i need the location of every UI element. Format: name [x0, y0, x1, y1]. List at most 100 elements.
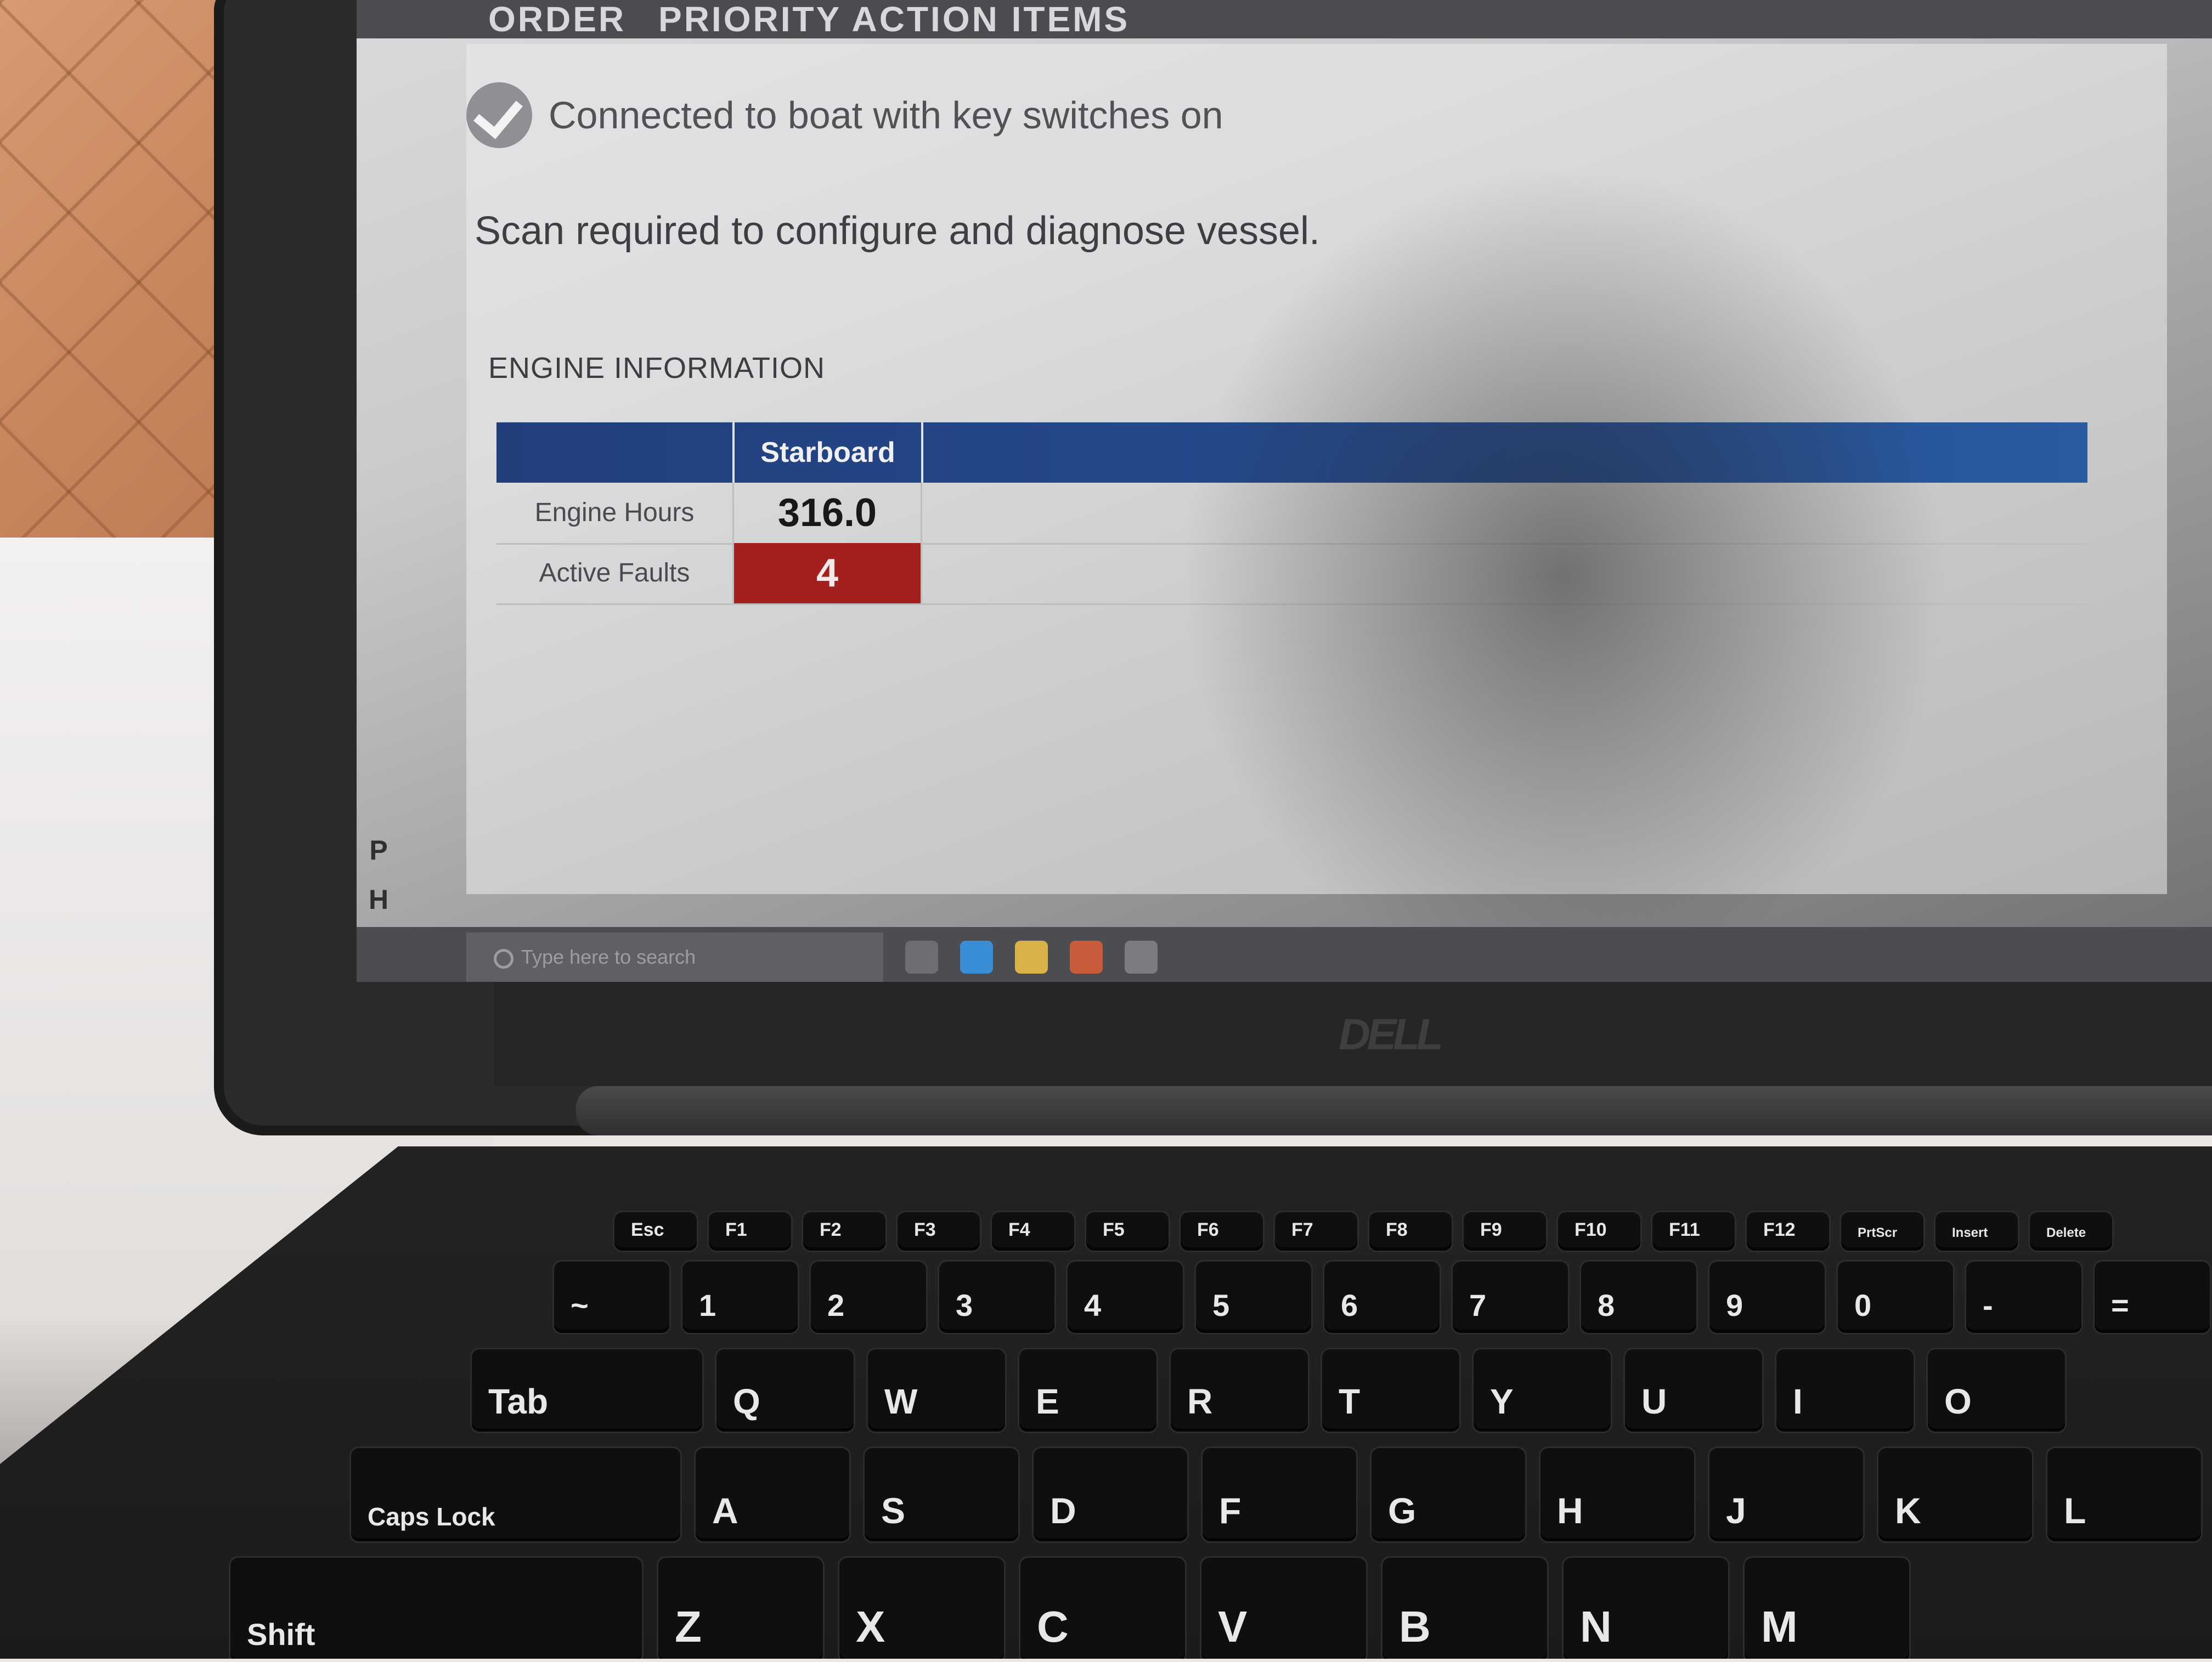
side-button-h[interactable]: H	[357, 878, 400, 922]
key-7[interactable]: 7	[1453, 1262, 1568, 1333]
key-label: B	[1399, 1602, 1431, 1651]
key-o[interactable]: O	[1928, 1349, 2065, 1432]
key-caps-lock[interactable]: Caps Lock	[351, 1448, 680, 1541]
key-label: Delete	[2046, 1225, 2086, 1240]
key-label: K	[1895, 1490, 1921, 1531]
key-label: F8	[1386, 1219, 1408, 1240]
key-label: S	[881, 1490, 906, 1531]
key-label: R	[1187, 1382, 1213, 1421]
key-label: T	[1339, 1382, 1361, 1421]
key-label: 3	[956, 1288, 973, 1322]
key-u[interactable]: U	[1625, 1349, 1762, 1432]
key-prtscr[interactable]: PrtScr	[1841, 1212, 1923, 1251]
key-g[interactable]: G	[1372, 1448, 1525, 1541]
key-label: Esc	[631, 1219, 664, 1240]
file-explorer-icon[interactable]	[1015, 941, 1048, 974]
active-faults-value[interactable]: 4	[732, 543, 922, 603]
key-4[interactable]: 4	[1068, 1262, 1183, 1333]
key-label: -	[1983, 1288, 1993, 1322]
key-l[interactable]: L	[2047, 1448, 2201, 1541]
key-label: ~	[571, 1288, 589, 1322]
key-h[interactable]: H	[1541, 1448, 1694, 1541]
key-label: I	[1793, 1382, 1803, 1421]
key-label: Y	[1490, 1382, 1514, 1421]
key-r[interactable]: R	[1171, 1349, 1308, 1432]
task-view-icon[interactable]	[905, 941, 938, 974]
key-t[interactable]: T	[1322, 1349, 1459, 1432]
key-label: L	[2064, 1490, 2086, 1531]
dell-logo: DELL	[1339, 1010, 1443, 1059]
key-f6[interactable]: F6	[1181, 1212, 1263, 1251]
column-header-starboard: Starboard	[732, 422, 923, 483]
key-v[interactable]: V	[1201, 1558, 1366, 1659]
row-label: Active Faults	[539, 558, 690, 587]
key-f[interactable]: F	[1203, 1448, 1356, 1541]
key-f2[interactable]: F2	[803, 1212, 885, 1251]
edge-browser-icon[interactable]	[960, 941, 993, 974]
tab-order[interactable]: ORDER	[488, 0, 626, 38]
taskbar-search-box[interactable]: Type here to search	[466, 932, 883, 982]
key-j[interactable]: J	[1709, 1448, 1863, 1541]
key-c[interactable]: C	[1020, 1558, 1185, 1659]
windows-taskbar: Type here to search	[357, 927, 2212, 982]
key-9[interactable]: 9	[1709, 1262, 1825, 1333]
key-e[interactable]: E	[1019, 1349, 1156, 1432]
key-f5[interactable]: F5	[1086, 1212, 1169, 1251]
key-label: A	[712, 1490, 738, 1531]
key-label: J	[1726, 1490, 1746, 1531]
key-label: F4	[1008, 1219, 1030, 1240]
key-f4[interactable]: F4	[992, 1212, 1074, 1251]
key-f8[interactable]: F8	[1369, 1212, 1452, 1251]
side-button-p[interactable]: P	[357, 828, 400, 872]
key-esc[interactable]: Esc	[614, 1212, 697, 1251]
key-w[interactable]: W	[868, 1349, 1005, 1432]
key-label: F5	[1103, 1219, 1125, 1240]
connection-status: Connected to boat with key switches on	[466, 66, 2002, 148]
key-f1[interactable]: F1	[709, 1212, 791, 1251]
key-insert[interactable]: Insert	[1936, 1212, 2018, 1251]
key-shift[interactable]: Shift	[230, 1558, 642, 1659]
key-delete[interactable]: Delete	[2030, 1212, 2112, 1251]
key-3[interactable]: 3	[939, 1262, 1054, 1333]
key-s[interactable]: S	[865, 1448, 1018, 1541]
key-label: F3	[914, 1219, 936, 1240]
key-5[interactable]: 5	[1196, 1262, 1311, 1333]
key-1[interactable]: 1	[682, 1262, 798, 1333]
key-m[interactable]: M	[1745, 1558, 1909, 1659]
key-tab[interactable]: Tab	[472, 1349, 702, 1432]
key-label: F2	[820, 1219, 842, 1240]
key-y[interactable]: Y	[1474, 1349, 1611, 1432]
key-d[interactable]: D	[1034, 1448, 1187, 1541]
key-f7[interactable]: F7	[1275, 1212, 1357, 1251]
key-n[interactable]: N	[1564, 1558, 1728, 1659]
key-label: W	[884, 1382, 918, 1421]
key-label: 7	[1469, 1288, 1487, 1322]
key-8[interactable]: 8	[1581, 1262, 1696, 1333]
key-label: X	[856, 1602, 885, 1651]
key-label: Shift	[247, 1617, 315, 1652]
key-x[interactable]: X	[839, 1558, 1004, 1659]
key-2[interactable]: 2	[811, 1262, 926, 1333]
key-b[interactable]: B	[1383, 1558, 1547, 1659]
key-i[interactable]: I	[1776, 1349, 1914, 1432]
connection-status-text: Connected to boat with key switches on	[549, 94, 1223, 137]
key-k[interactable]: K	[1878, 1448, 2032, 1541]
key-a[interactable]: A	[696, 1448, 849, 1541]
app-icon[interactable]	[1125, 941, 1158, 974]
key-f10[interactable]: F10	[1558, 1212, 1640, 1251]
key-q[interactable]: Q	[716, 1349, 854, 1432]
key-f12[interactable]: F12	[1747, 1212, 1829, 1251]
key--[interactable]: =	[2095, 1262, 2210, 1333]
key--[interactable]: ~	[554, 1262, 669, 1333]
key-f11[interactable]: F11	[1652, 1212, 1735, 1251]
key-z[interactable]: Z	[658, 1558, 823, 1659]
key-f9[interactable]: F9	[1464, 1212, 1546, 1251]
tab-priority-action-items[interactable]: PRIORITY ACTION ITEMS	[658, 0, 1130, 38]
key-label: Z	[675, 1602, 702, 1651]
store-icon[interactable]	[1070, 941, 1103, 974]
key-f3[interactable]: F3	[898, 1212, 980, 1251]
key-0[interactable]: 0	[1838, 1262, 1953, 1333]
checkmark-icon	[466, 82, 532, 148]
key-6[interactable]: 6	[1324, 1262, 1440, 1333]
key--[interactable]: -	[1966, 1262, 2081, 1333]
